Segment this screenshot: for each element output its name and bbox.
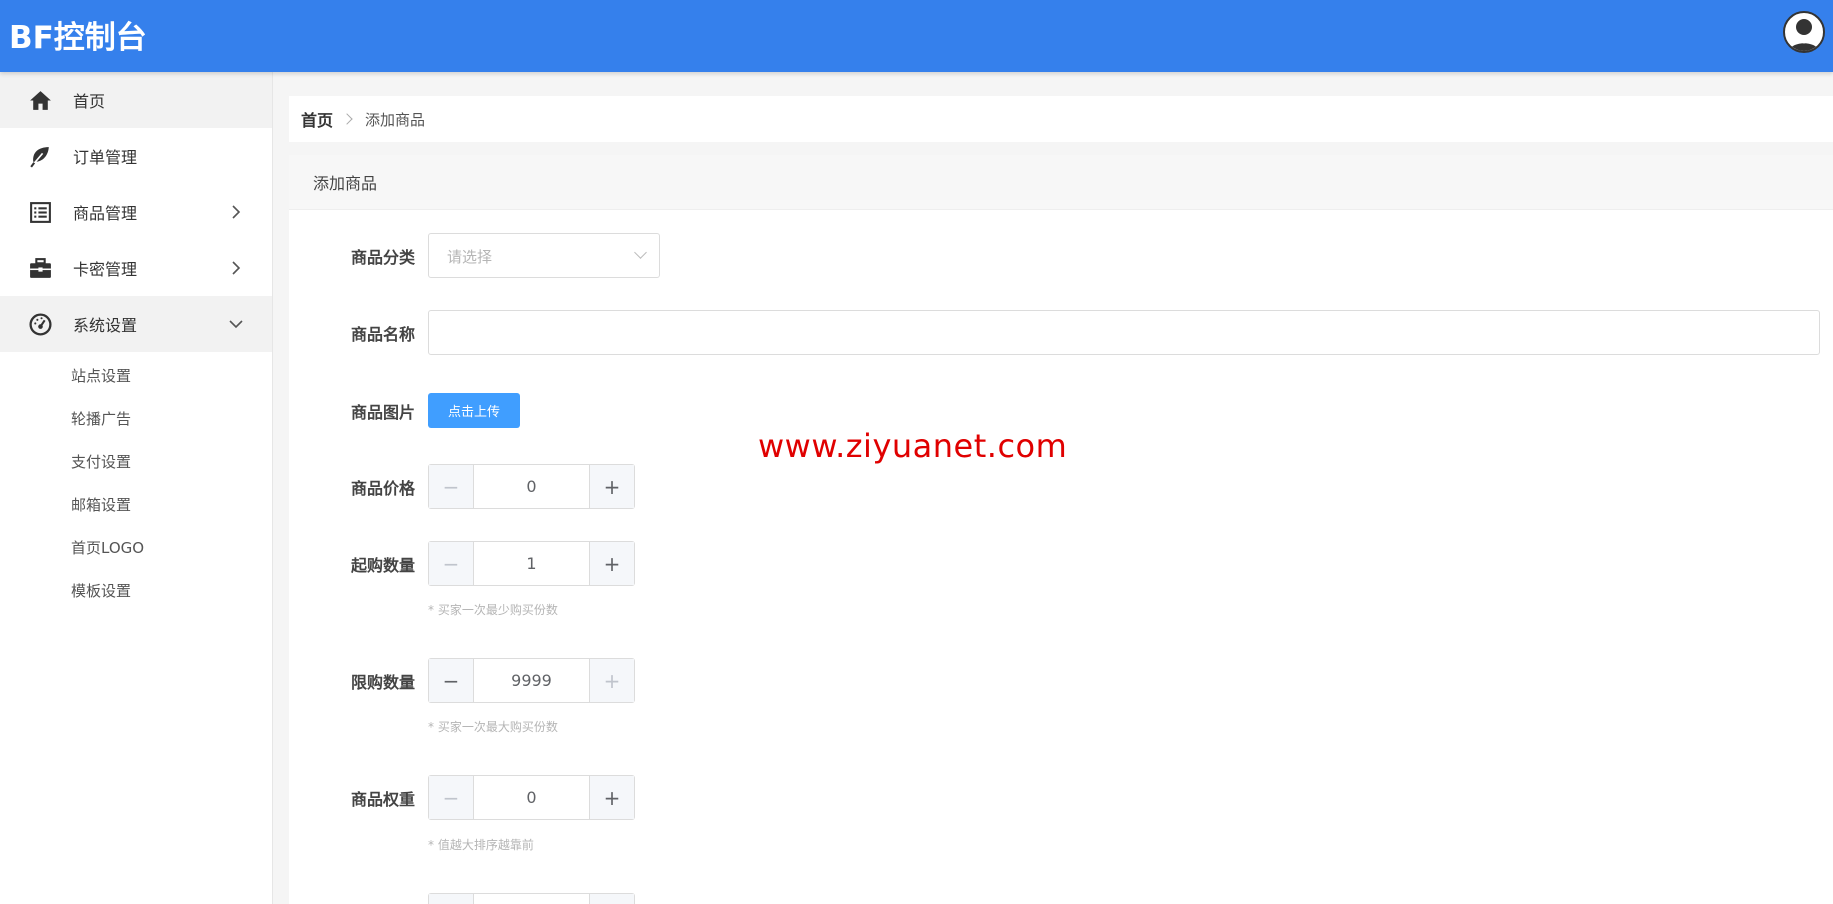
leaf-icon [28,144,53,169]
decrement-button[interactable] [429,894,474,904]
sidebar-item-cards[interactable]: 卡密管理 [0,240,272,296]
user-avatar-icon[interactable] [1783,11,1825,53]
image-label: 商品图片 [350,403,415,422]
increment-button[interactable] [589,894,634,904]
decrement-button[interactable]: − [429,659,474,702]
settings-submenu: 站点设置 轮播广告 支付设置 邮箱设置 首页LOGO 模板设置 [0,352,272,612]
product-name-input[interactable] [428,310,1820,355]
chevron-down-icon [229,316,243,330]
weight-input[interactable] [475,776,588,819]
sidebar-item-label: 首页 [73,92,106,111]
sidebar-item-home[interactable]: 首页 [0,72,272,128]
sidebar-subitem-email[interactable]: 邮箱设置 [0,483,272,526]
increment-button[interactable]: + [589,659,634,702]
sidebar: 首页 订单管理 商品管理 卡密管理 系统设置 站点设置 轮播广告 支付设置 邮箱… [0,72,273,904]
min-qty-hint: * 买家一次最少购买份数 [428,603,558,617]
sidebar-item-label: 商品管理 [73,204,138,223]
home-icon [28,88,53,113]
name-label: 商品名称 [350,325,415,344]
chevron-right-icon [229,204,243,219]
weight-stepper: − + [428,775,635,820]
sidebar-item-label: 订单管理 [73,148,138,167]
upload-button[interactable]: 点击上传 [428,393,520,428]
decrement-button[interactable]: − [429,542,474,585]
chevron-right-icon [229,260,243,275]
sidebar-subitem-site[interactable]: 站点设置 [0,354,272,397]
sidebar-item-settings[interactable]: 系统设置 [0,296,272,352]
max-qty-hint: * 买家一次最大购买份数 [428,720,558,734]
price-label: 商品价格 [350,479,415,498]
breadcrumb-current: 添加商品 [365,110,426,129]
sidebar-item-orders[interactable]: 订单管理 [0,128,272,184]
weight-label: 商品权重 [350,790,415,809]
max-qty-input[interactable] [475,659,588,702]
list-icon [28,200,53,225]
card-title: 添加商品 [289,155,1833,210]
decrement-button[interactable]: − [429,465,474,508]
sidebar-subitem-carousel[interactable]: 轮播广告 [0,397,272,440]
breadcrumb-separator-icon [341,113,353,125]
sidebar-item-label: 系统设置 [73,316,138,335]
min-qty-input[interactable] [475,542,588,585]
breadcrumb-home[interactable]: 首页 [301,107,333,131]
min-qty-stepper: − + [428,541,635,586]
increment-button[interactable]: + [589,465,634,508]
weight-hint: * 值越大排序越靠前 [428,838,534,852]
dashboard-icon [28,312,53,337]
price-input[interactable] [475,465,588,508]
sidebar-subitem-template[interactable]: 模板设置 [0,569,272,612]
sidebar-item-label: 卡密管理 [73,260,138,279]
category-select[interactable]: 请选择 [428,233,660,278]
sidebar-subitem-payment[interactable]: 支付设置 [0,440,272,483]
chevron-down-icon [634,246,647,259]
top-bar: BF控制台 [0,0,1833,72]
brand-title[interactable]: BF控制台 [9,12,147,57]
category-label: 商品分类 [350,248,415,267]
sidebar-item-products[interactable]: 商品管理 [0,184,272,240]
briefcase-icon [28,256,53,281]
min-qty-label: 起购数量 [350,556,415,575]
watermark-text: www.ziyuanet.com [758,427,1068,465]
price-stepper: − + [428,464,635,509]
max-qty-label: 限购数量 [350,673,415,692]
next-stepper-partial [428,893,635,904]
max-qty-stepper: − + [428,658,635,703]
decrement-button[interactable]: − [429,776,474,819]
category-placeholder: 请选择 [447,248,493,266]
sidebar-subitem-logo[interactable]: 首页LOGO [0,526,272,569]
increment-button[interactable]: + [589,776,634,819]
increment-button[interactable]: + [589,542,634,585]
breadcrumb: 首页 添加商品 [289,96,1833,142]
